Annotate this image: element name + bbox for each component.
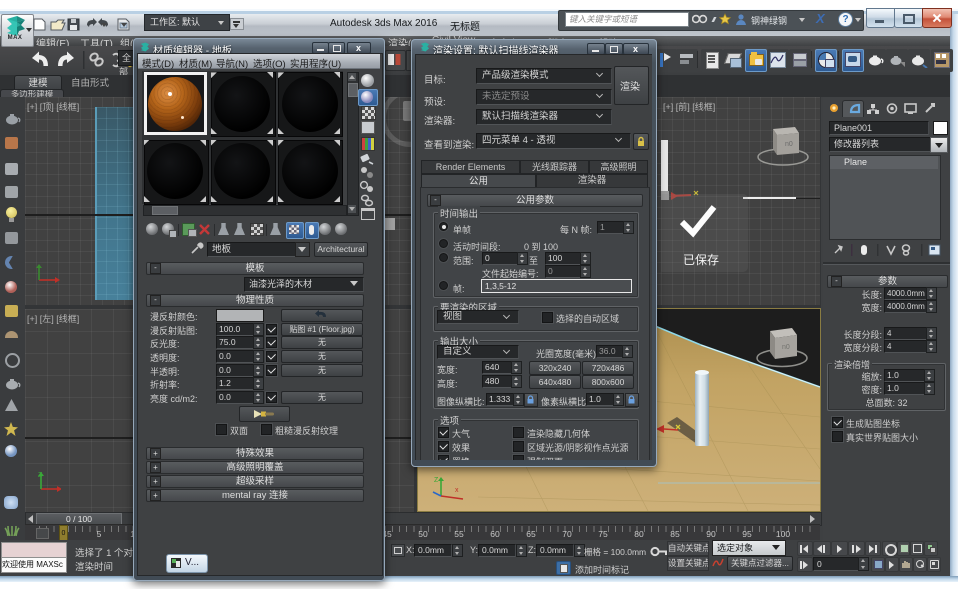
svg-text:n0: n0 — [785, 141, 793, 148]
svg-text:n0: n0 — [782, 344, 790, 351]
svg-text:Z: Z — [38, 472, 43, 479]
svg-text:x: x — [455, 487, 459, 494]
svg-text:Z: Z — [434, 477, 439, 484]
